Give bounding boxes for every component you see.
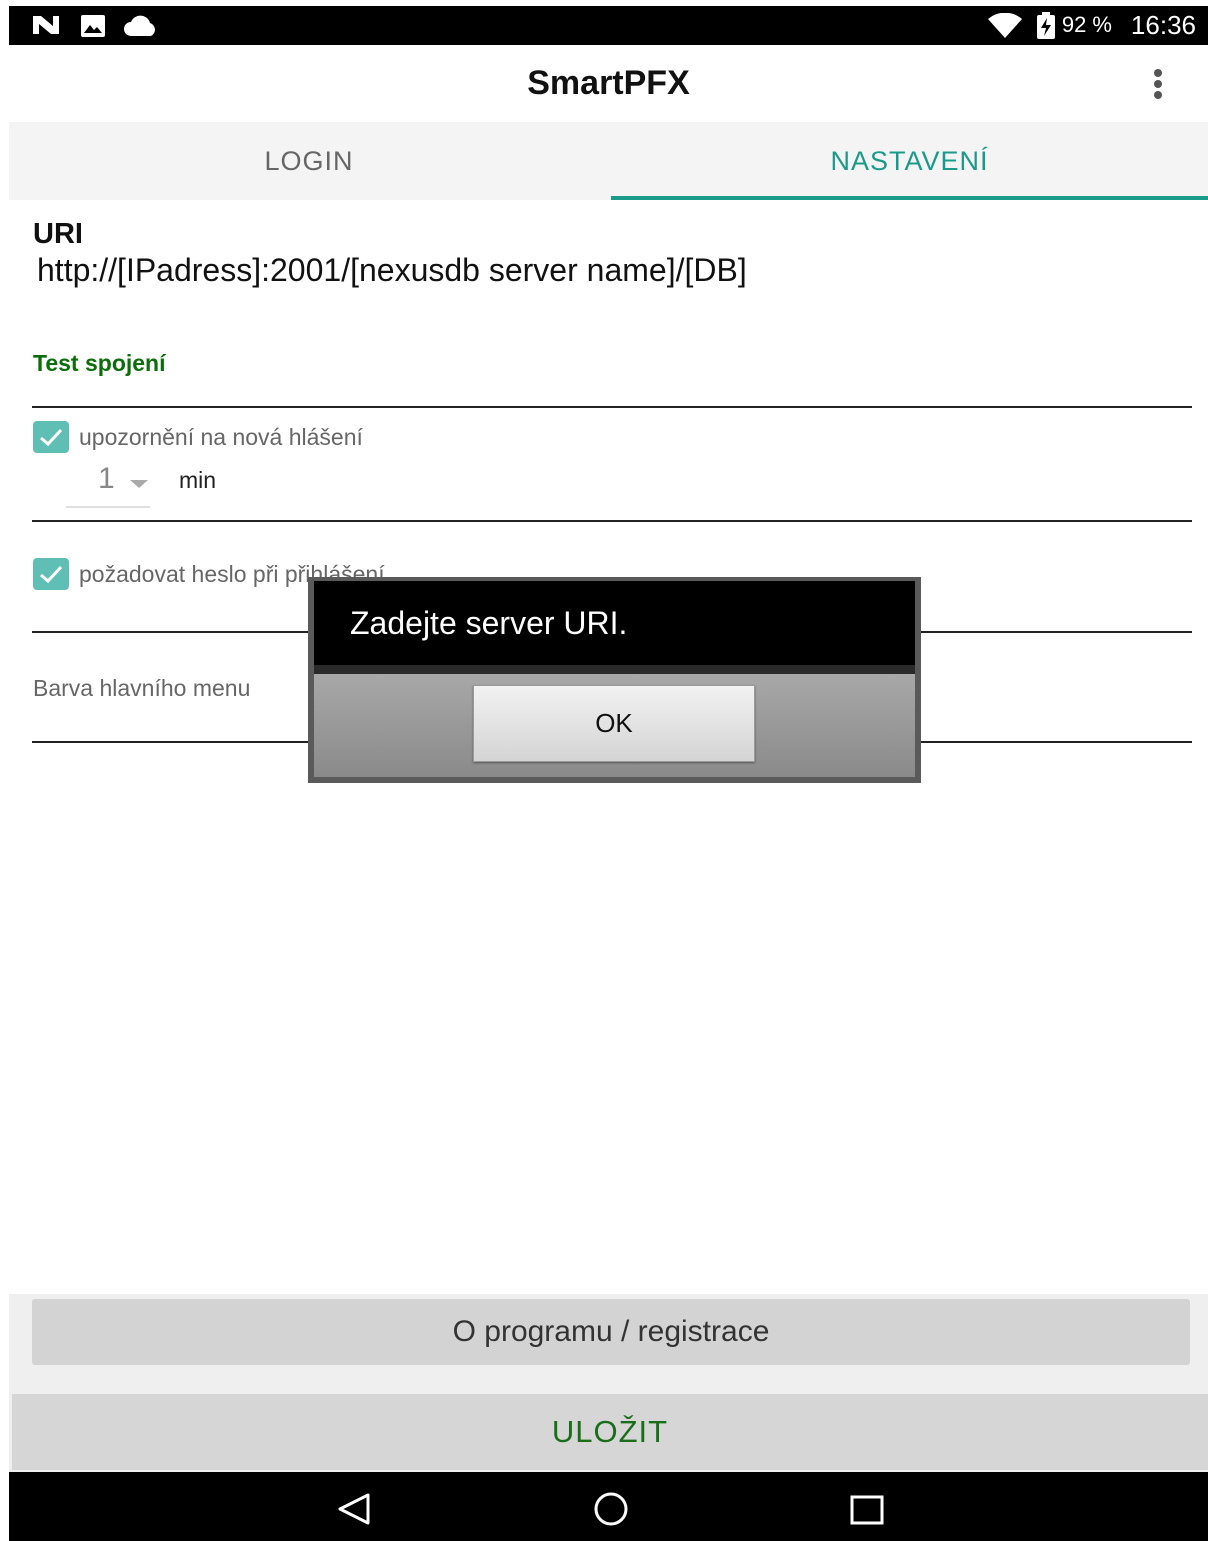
dialog-separator (314, 665, 915, 674)
battery-percentage: 92 % (1061, 12, 1112, 37)
battery-charging-icon (1036, 12, 1056, 45)
navigation-bar (9, 1472, 1208, 1541)
divider (32, 406, 1192, 408)
n-logo-icon (31, 14, 61, 41)
require-password-checkbox[interactable] (33, 558, 69, 590)
test-connection-link[interactable]: Test spojení (33, 350, 166, 377)
alert-dialog: Zadejte server URI. OK (308, 577, 921, 783)
checkmark-icon (40, 428, 63, 447)
dropdown-arrow-icon (130, 480, 148, 488)
cloud-icon (123, 14, 159, 43)
left-edge (0, 0, 9, 1541)
status-bar: 92 % 16:36 (9, 6, 1208, 45)
bottom-actions: O programu / registrace ULOŽIT (9, 1294, 1208, 1472)
tab-login[interactable]: LOGIN (9, 122, 609, 200)
wifi-icon (987, 12, 1023, 44)
app-title: SmartPFX (527, 64, 690, 102)
uri-field[interactable]: http://[IPadress]:2001/[nexusdb server n… (37, 252, 747, 289)
notify-checkbox[interactable] (33, 421, 69, 453)
uri-label: URI (33, 218, 83, 250)
save-button[interactable]: ULOŽIT (12, 1394, 1208, 1470)
tab-bar: LOGIN NASTAVENÍ (9, 122, 1208, 200)
notify-label: upozornění na nová hlášení (79, 424, 363, 450)
dialog-message: Zadejte server URI. (350, 605, 628, 641)
about-registration-button[interactable]: O programu / registrace (32, 1299, 1190, 1365)
screen: 92 % 16:36 SmartPFX LOGIN NASTAVENÍ URI … (0, 0, 1208, 1541)
ok-button[interactable]: OK (473, 685, 755, 762)
interval-unit-label: min (179, 467, 217, 493)
active-tab-indicator (611, 196, 1208, 200)
tab-settings[interactable]: NASTAVENÍ (611, 122, 1208, 200)
interval-spinner[interactable]: 1 (66, 460, 150, 508)
interval-value: 1 (98, 462, 115, 495)
more-vert-icon[interactable] (1152, 69, 1164, 99)
checkmark-icon (40, 565, 63, 584)
app-bar: SmartPFX (9, 45, 1208, 122)
image-icon (80, 14, 106, 43)
dialog-button-area: OK (314, 674, 915, 777)
recents-icon[interactable] (849, 1494, 885, 1531)
divider (32, 520, 1192, 522)
status-clock: 16:36 (1130, 10, 1196, 40)
back-icon[interactable] (336, 1492, 372, 1531)
dialog-message-area: Zadejte server URI. (314, 581, 915, 665)
menu-color-label[interactable]: Barva hlavního menu (33, 675, 250, 702)
home-icon[interactable] (592, 1492, 630, 1531)
